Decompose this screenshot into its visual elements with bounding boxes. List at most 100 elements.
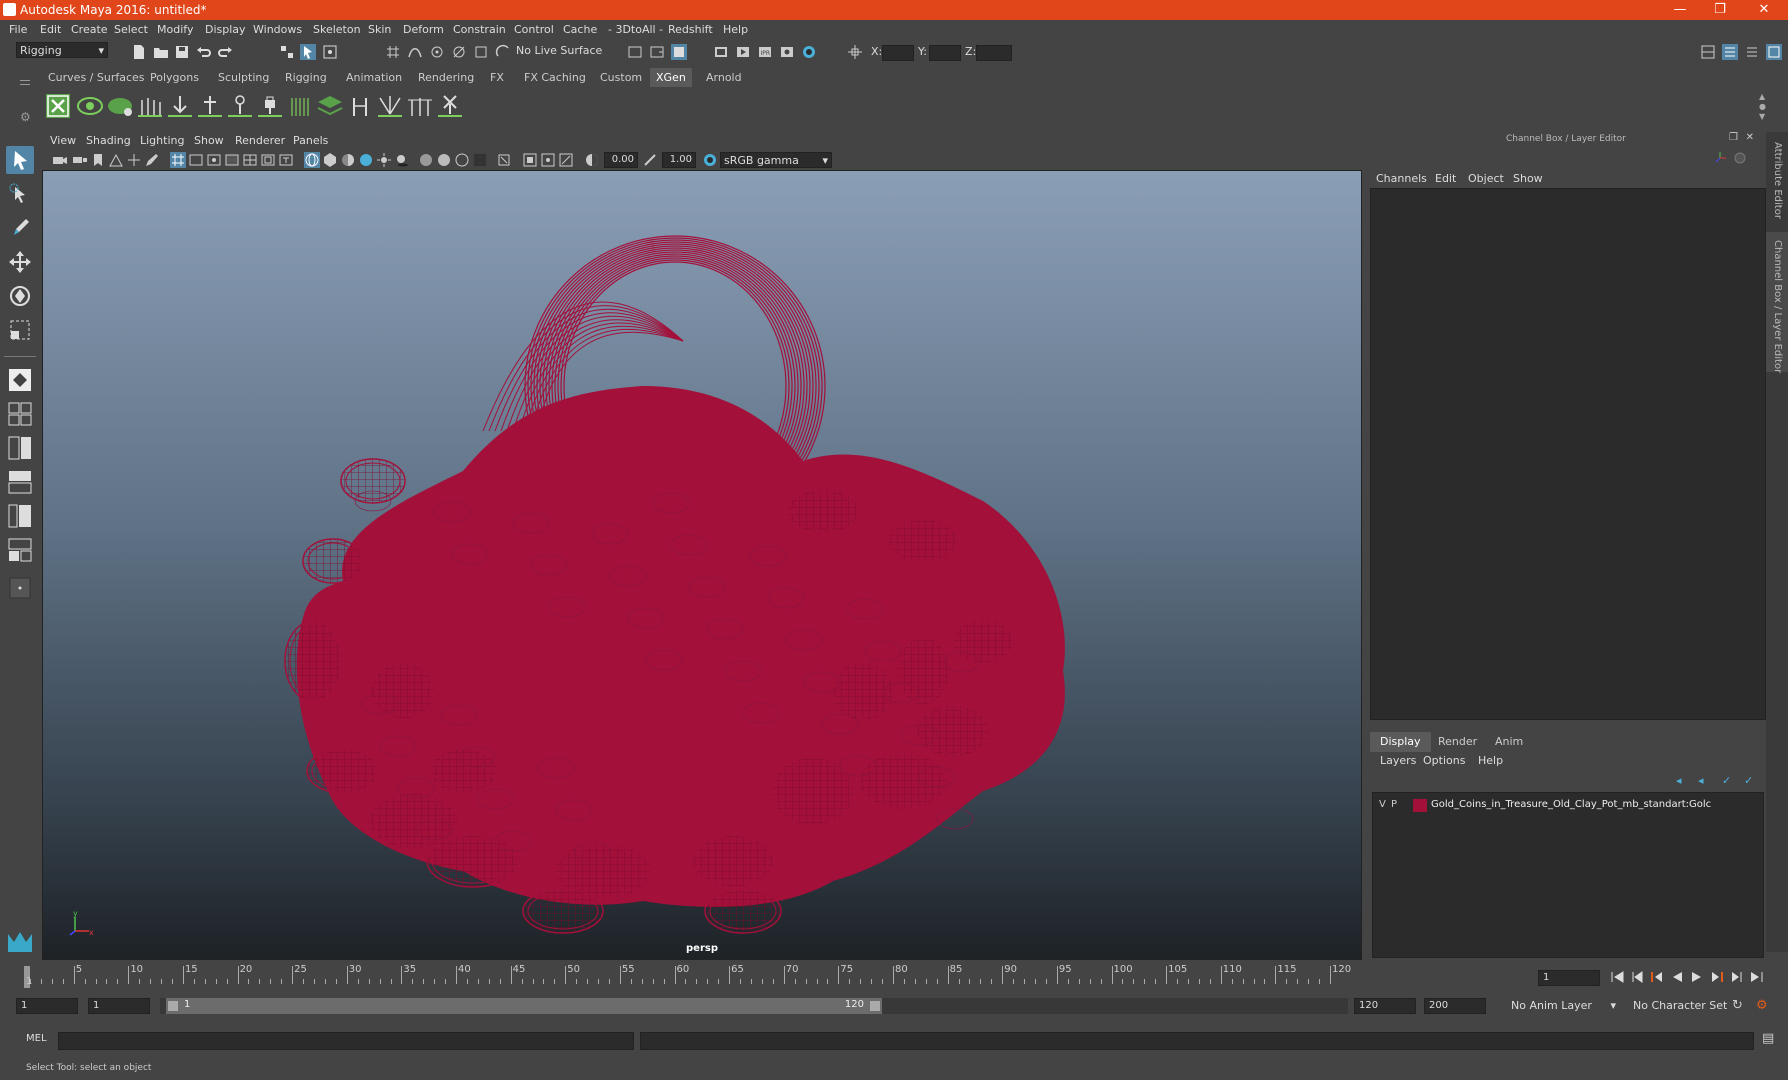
channel-box-axis-icon[interactable] [1712,150,1728,166]
snap-projected-center-icon[interactable] [451,44,467,60]
menu-select[interactable]: Select [114,23,148,36]
auto-key-icon[interactable]: ↻ [1732,998,1743,1013]
maximize-icon[interactable]: ❐ [1700,0,1740,20]
menu-create[interactable]: Create [71,23,108,36]
playback-start-field[interactable]: 1 [88,998,150,1014]
safe-title-icon[interactable] [278,152,294,168]
lasso-tool-icon[interactable] [6,180,34,208]
select-tool-icon[interactable] [6,146,34,174]
time-slider[interactable]: 5 10 15 20 25 30 35 40 45 50 55 60 65 70 75 80 85 90 95 100… [16,962,1528,990]
persp-outliner-layout-icon[interactable] [6,502,34,530]
xgen-clump-icon[interactable] [376,92,404,120]
layer-menu-options[interactable]: Options [1423,754,1465,767]
character-set-dropdown[interactable]: No Character Set [1630,998,1736,1014]
layer-color-swatch[interactable] [1413,799,1427,812]
wireframe-model[interactable] [43,171,1362,960]
channel-box-menu-channels[interactable]: Channels [1376,172,1427,185]
minimize-icon[interactable]: — [1660,0,1700,20]
move-layer-up-icon[interactable]: ◂ [1676,774,1682,787]
gamma-icon[interactable] [642,152,658,168]
select-component-icon[interactable] [322,44,338,60]
xgen-groom-icon[interactable] [286,92,314,120]
scale-tool-icon[interactable] [6,316,34,344]
script-language-label[interactable]: MEL [26,1033,47,1044]
shelf-options[interactable]: ⚙ [16,70,36,126]
render-view-icon[interactable] [713,44,729,60]
color-space-dropdown[interactable]: sRGB gamma ▾ [720,152,832,168]
z-field[interactable] [976,45,1012,61]
start-time-field[interactable]: 1 [16,998,78,1014]
menu-skin[interactable]: Skin [368,23,391,36]
xgen-bend-icon[interactable] [346,92,374,120]
motion-blur-icon[interactable] [436,152,452,168]
depth-of-field-icon[interactable] [472,152,488,168]
default-material-icon[interactable] [340,152,356,168]
layer-playback-toggle[interactable]: P [1391,799,1397,810]
wireframe-icon[interactable] [304,152,320,168]
channel-box-menu-show[interactable]: Show [1513,172,1543,185]
step-back-key-icon[interactable] [1630,970,1644,984]
anim-layer-dropdown[interactable]: No Anim Layer ▾ [1508,998,1618,1014]
xgen-preview-icon[interactable] [76,92,104,120]
redo-icon[interactable] [217,44,233,60]
safe-action-icon[interactable] [260,152,276,168]
bookmark-icon[interactable] [90,152,106,168]
step-forward-key-icon[interactable] [1730,970,1744,984]
shelf-scroll-icon[interactable]: ▲ ● ▼ [1759,92,1766,122]
shelf-tab-arnold[interactable]: Arnold [700,68,748,87]
go-to-start-icon[interactable] [1610,970,1624,984]
select-hierarchy-icon[interactable] [279,44,295,60]
current-frame-field[interactable]: 1 [1538,970,1600,986]
y-field[interactable] [929,45,961,61]
grid-toggle-icon[interactable] [170,152,186,168]
step-back-frame-icon[interactable] [1650,970,1664,984]
play-backwards-icon[interactable] [1670,970,1684,984]
undo-icon[interactable] [196,44,212,60]
xgen-delete-guide-icon[interactable] [436,92,464,120]
animation-preferences-icon[interactable]: ⚙ [1756,998,1768,1013]
viewport-menu-lighting[interactable]: Lighting [140,134,184,147]
ipr-render-icon[interactable]: IPR [757,44,773,60]
output-ops-icon[interactable] [649,44,665,60]
move-tool-icon[interactable] [6,248,34,276]
tool-settings-toggle-icon[interactable] [1744,44,1760,60]
grease-pencil-icon[interactable] [144,152,160,168]
menu-windows[interactable]: Windows [253,23,302,36]
gear-icon[interactable]: ⚙ [20,110,31,124]
construction-history-icon[interactable] [671,44,687,60]
menu-file[interactable]: File [9,23,27,36]
exposure-icon[interactable] [584,152,600,168]
shelf-tab-fx-caching[interactable]: FX Caching [518,68,592,87]
script-editor-icon[interactable]: ▤ [1762,1031,1774,1046]
resolution-gate-icon[interactable] [206,152,222,168]
exposure-field[interactable]: 0.00 [604,152,638,168]
move-layer-down-icon[interactable]: ◂ [1698,774,1704,787]
layer-visibility-toggle[interactable]: V [1379,799,1386,810]
image-plane-icon[interactable] [108,152,124,168]
shelf-tab-animation[interactable]: Animation [340,68,408,87]
more-layouts-icon[interactable] [6,574,34,602]
menu-redshift[interactable]: Redshift [668,23,713,36]
range-slider-handle[interactable]: 1 120 [166,998,882,1014]
new-scene-icon[interactable] [131,44,147,60]
channel-box-menu-edit[interactable]: Edit [1435,172,1456,185]
xray-components-icon[interactable] [558,152,574,168]
channel-box-menu-object[interactable]: Object [1468,172,1504,185]
xgen-select-guide-icon[interactable] [226,92,254,120]
range-end-grip[interactable] [870,1001,880,1011]
xgen-cut-icon[interactable] [406,92,434,120]
shelf-tab-curves-surfaces[interactable]: Curves / Surfaces [42,68,151,87]
render-current-frame-icon[interactable] [735,44,751,60]
shelf-tab-fx[interactable]: FX [484,68,510,87]
shelf-tab-polygons[interactable]: Polygons [144,68,205,87]
xgen-sculpt-guide-icon[interactable] [196,92,224,120]
xray-icon[interactable] [522,152,538,168]
x-field[interactable] [882,45,914,61]
xgen-lock-guide-icon[interactable] [256,92,284,120]
render-settings-icon[interactable] [779,44,795,60]
layer-tab-render[interactable]: Render [1428,732,1487,752]
range-start-grip[interactable] [168,1001,178,1011]
range-slider-track[interactable]: 1 120 [160,998,1348,1014]
smooth-shade-icon[interactable] [322,152,338,168]
layer-menu-help[interactable]: Help [1478,754,1503,767]
